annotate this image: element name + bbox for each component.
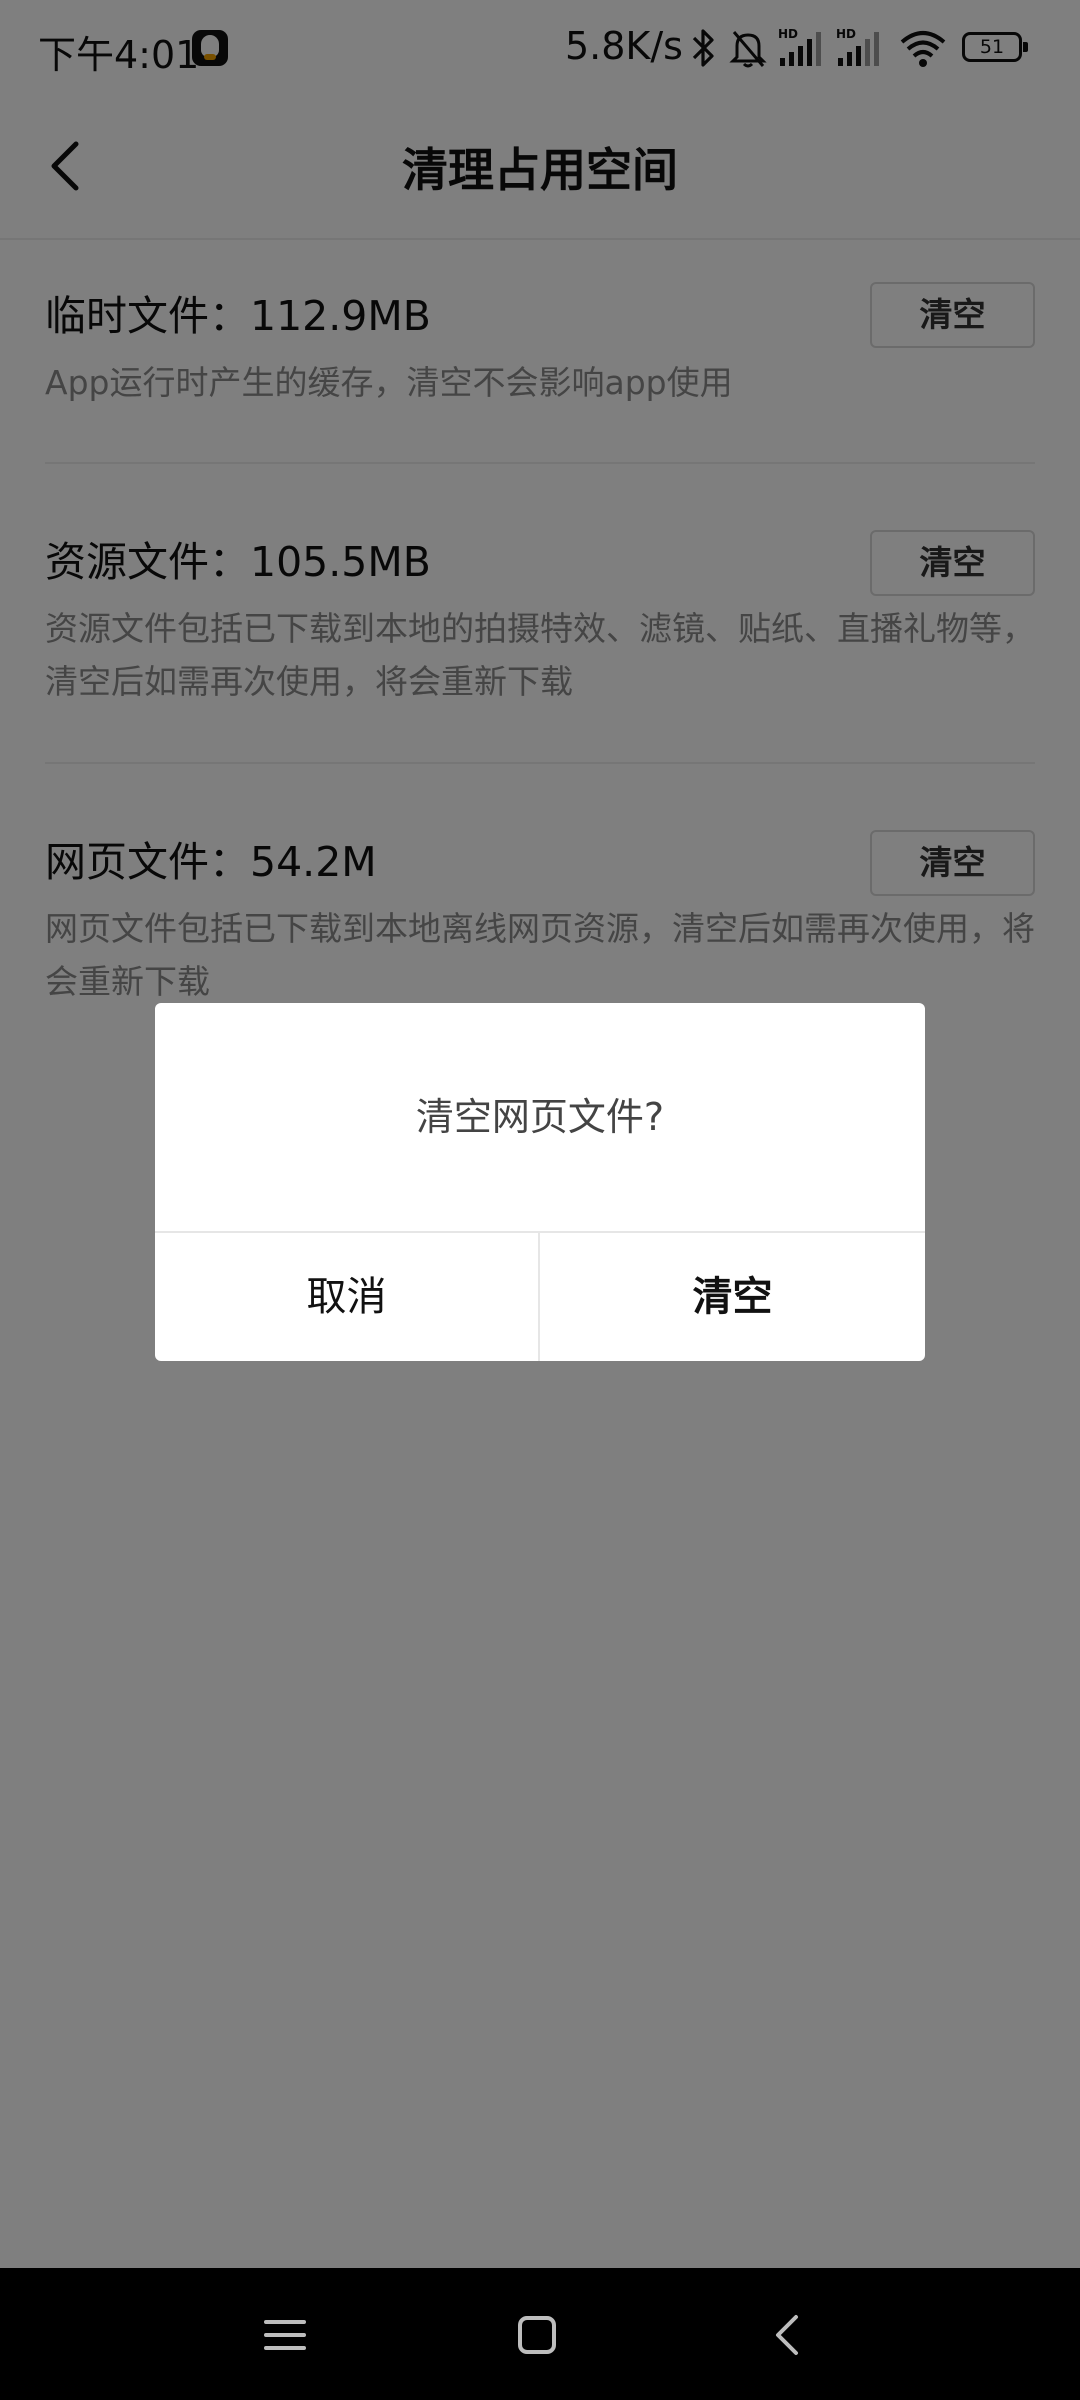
- system-nav-bar: [0, 2268, 1080, 2400]
- home-icon[interactable]: [502, 2300, 572, 2370]
- menu-icon[interactable]: [250, 2300, 320, 2370]
- dialog-message: 清空网页文件?: [415, 1095, 665, 1139]
- cancel-button[interactable]: 取消: [155, 1233, 540, 1361]
- confirm-clear-button[interactable]: 清空: [540, 1233, 925, 1361]
- confirm-dialog: 清空网页文件? 取消 清空: [155, 1003, 925, 1361]
- dialog-actions: 取消 清空: [155, 1231, 925, 1361]
- back-icon[interactable]: [754, 2300, 824, 2370]
